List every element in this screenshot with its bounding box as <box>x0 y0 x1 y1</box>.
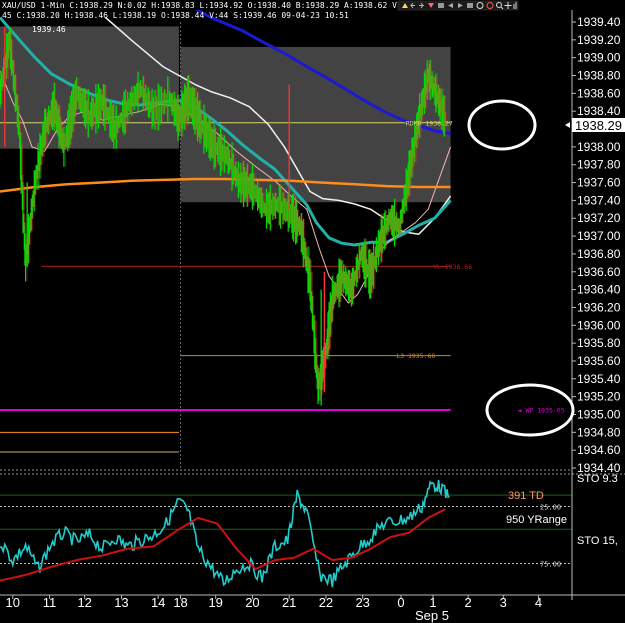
price-tick-label-1: 1939.20 <box>577 33 621 47</box>
price-tick-label-11: 1937.20 <box>577 211 621 225</box>
price-tick-label-5: 1938.40 <box>577 104 621 118</box>
price-tick-label-2: 1939.00 <box>577 51 621 65</box>
header-quote-secondary: 45 C:1938.20 H:1938.46 L:1938.19 O:1938.… <box>2 11 349 20</box>
sto-top-label: STO 9.3 <box>577 473 618 485</box>
price-tick-label-19: 1935.60 <box>577 354 621 368</box>
price-tick-label-23: 1934.80 <box>577 425 621 439</box>
price-tick-label-17: 1936.00 <box>577 318 621 332</box>
time-tick-label-2: 12 <box>77 595 91 610</box>
chart: RDMR 1938.27 YL 1936.66 L3 1935.66 ◄ WP 193… <box>0 0 625 623</box>
last-price-value: 1938.29 <box>575 118 622 133</box>
time-tick-label-14: 3 <box>500 595 507 610</box>
time-tick-label-4: 14 <box>151 595 165 610</box>
price-tick-label-22: 1935.00 <box>577 407 621 421</box>
last-price-tag: 1938.29 <box>565 118 625 133</box>
time-tick-label-9: 22 <box>319 595 333 610</box>
osc-tick-label-1: 75.00 <box>540 561 561 569</box>
price-tick-label-14: 1936.60 <box>577 265 621 279</box>
time-tick-label-7: 20 <box>245 595 259 610</box>
time-tick-label-11: 0 <box>397 595 404 610</box>
level-label-3: ◄ WP 1935.05 <box>518 407 565 415</box>
price-tick-label-8: 1937.80 <box>577 158 621 172</box>
date-label: Sep 5 <box>415 608 449 623</box>
price-tick-label-21: 1935.20 <box>577 390 621 404</box>
price-tick-label-9: 1937.60 <box>577 176 621 190</box>
time-tick-label-5: 18 <box>173 595 187 610</box>
yrange-label: 950 YRange <box>506 514 567 526</box>
price-tick-label-0: 1939.40 <box>577 15 621 29</box>
time-tick-label-10: 23 <box>355 595 369 610</box>
level-label-2: L3 1935.66 <box>396 352 435 360</box>
price-tick-label-7: 1938.00 <box>577 140 621 154</box>
time-tick-label-1: 11 <box>43 595 57 610</box>
time-tick-label-13: 2 <box>465 595 472 610</box>
price-tick-label-18: 1935.80 <box>577 336 621 350</box>
time-tick-label-8: 21 <box>282 595 296 610</box>
td-label: 391 TD <box>508 490 544 502</box>
price-tick-label-24: 1934.60 <box>577 443 621 457</box>
time-tick-label-15: 4 <box>535 595 542 610</box>
osc-tick-label-0: 25.00 <box>540 504 561 512</box>
last-icon[interactable] <box>467 3 473 8</box>
time-tick-label-6: 19 <box>208 595 222 610</box>
price-tick-label-16: 1936.20 <box>577 300 621 314</box>
price-tick-label-12: 1937.00 <box>577 229 621 243</box>
level-label-0: RDMR 1938.27 <box>406 119 453 127</box>
toolbar-icons[interactable] <box>397 0 519 11</box>
price-tick-label-3: 1938.80 <box>577 69 621 83</box>
price-tick-label-13: 1936.80 <box>577 247 621 261</box>
price-tick-label-4: 1938.60 <box>577 86 621 100</box>
price-tick-label-15: 1936.40 <box>577 283 621 297</box>
level-label-1: YL 1936.66 <box>433 263 472 271</box>
header-quote: XAU/USD 1-Min C:1938.29 N:0.02 H:1938.83… <box>2 1 440 10</box>
time-tick-label-3: 13 <box>114 595 128 610</box>
price-tick-label-10: 1937.40 <box>577 193 621 207</box>
toolbar[interactable] <box>397 0 519 11</box>
first-icon[interactable] <box>438 3 444 8</box>
sto-label: STO 15, <box>577 535 618 547</box>
corner-price: 1939.46 <box>32 25 66 34</box>
time-tick-label-0: 10 <box>6 595 20 610</box>
price-tick-label-20: 1935.40 <box>577 372 621 386</box>
